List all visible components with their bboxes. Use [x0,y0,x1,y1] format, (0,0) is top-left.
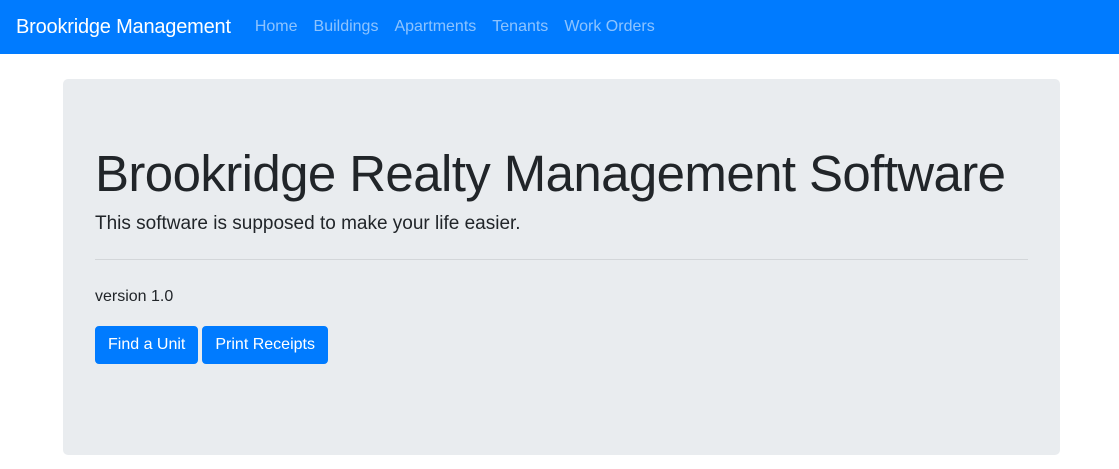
nav-link-home[interactable]: Home [247,18,306,35]
nav-link-tenants[interactable]: Tenants [484,18,556,35]
nav-item-home: Home [247,18,306,36]
top-navbar: Brookridge Management Home Buildings Apa… [0,0,1119,54]
nav-link-work-orders[interactable]: Work Orders [556,18,662,35]
page-title: Brookridge Realty Management Software [95,145,1006,202]
find-unit-button[interactable]: Find a Unit [95,326,199,365]
print-receipts-button[interactable]: Print Receipts [202,326,328,365]
nav-link-apartments[interactable]: Apartments [386,18,484,35]
hero-lead-text: This software is supposed to make your l… [95,213,521,235]
nav-item-tenants: Tenants [484,18,556,36]
nav-link-buildings[interactable]: Buildings [306,18,387,35]
hero-button-group: Find a Unit Print Receipts [95,326,1028,365]
navbar-brand[interactable]: Brookridge Management [16,16,231,39]
version-text: version 1.0 [95,288,174,306]
nav-item-buildings: Buildings [306,18,387,36]
nav-item-apartments: Apartments [386,18,484,36]
nav-list: Home Buildings Apartments Tenants Work O… [247,18,663,36]
nav-item-work-orders: Work Orders [556,18,662,36]
hero-jumbotron: Brookridge Realty Management Software Th… [63,79,1060,455]
hero-divider [95,259,1028,261]
